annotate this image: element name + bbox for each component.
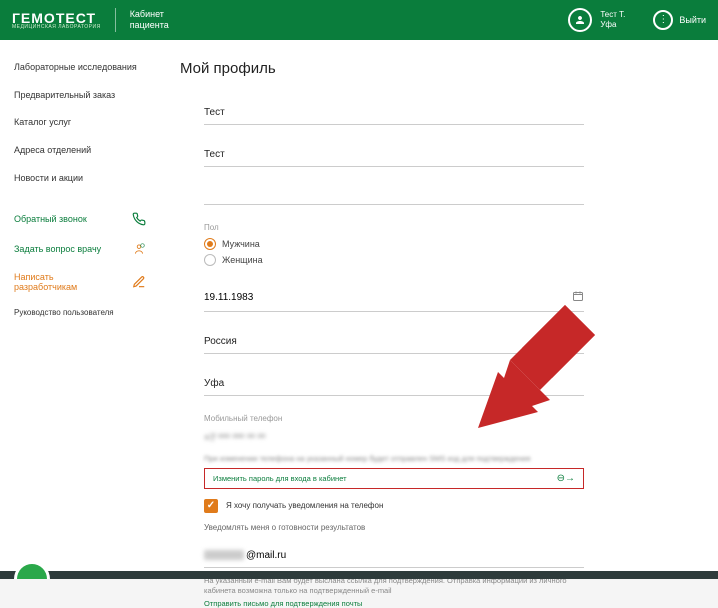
sidebar-item-catalog[interactable]: Каталог услуг xyxy=(14,109,146,137)
sidebar-item-addresses[interactable]: Адреса отделений xyxy=(14,137,146,165)
change-password-button[interactable]: Изменить пароль для входа в кабинет ⊖→ xyxy=(204,468,584,489)
city-field[interactable]: Уфа xyxy=(204,372,584,396)
email-field[interactable]: @mail.ru xyxy=(204,544,584,568)
radio-female[interactable]: Женщина xyxy=(204,254,584,266)
user-name: Тест Т. xyxy=(600,10,625,20)
page-title: Мой профиль xyxy=(180,60,684,77)
content: Мой профиль Тест Тест Пол Мужчина Женщин… xyxy=(160,40,718,571)
logo-text: ГЕМОТЕСТ xyxy=(12,11,101,25)
radio-male[interactable]: Мужчина xyxy=(204,238,584,250)
phone-hint: При изменении телефона на указанный номе… xyxy=(204,454,584,464)
avatar-icon[interactable] xyxy=(568,8,592,32)
write-dev-button[interactable]: Написатьразработчикам xyxy=(14,264,146,300)
logo-subtext: МЕДИЦИНСКАЯ ЛАБОРАТОРИЯ xyxy=(12,25,101,30)
middle-name-field[interactable] xyxy=(204,185,584,205)
callback-button[interactable]: Обратный звонок xyxy=(14,204,146,234)
sidebar-manual[interactable]: Руководство пользователя xyxy=(14,300,146,325)
phone-field[interactable]: +7 *** *** ** ** xyxy=(204,429,584,448)
ask-doctor-button[interactable]: Задать вопрос врачу xyxy=(14,234,146,264)
user-block: Тест Т. Уфа ⋮ Выйти xyxy=(568,8,706,32)
app-header: ГЕМОТЕСТ МЕДИЦИНСКАЯ ЛАБОРАТОРИЯ Кабинет… xyxy=(0,0,718,40)
phone-notify-checkbox[interactable]: ✓ Я хочу получать уведомления на телефон xyxy=(204,499,584,513)
sidebar: Лабораторные исследования Предварительны… xyxy=(0,40,160,571)
results-notify-label: Уведомлять меня о готовности результатов xyxy=(204,523,584,532)
user-info: Тест Т. Уфа xyxy=(600,10,625,29)
sex-radio-group: Мужчина Женщина xyxy=(204,236,584,266)
radio-icon xyxy=(204,254,216,266)
calendar-icon[interactable] xyxy=(572,290,584,305)
sidebar-item-lab[interactable]: Лабораторные исследования xyxy=(14,54,146,82)
first-name-field[interactable]: Тест xyxy=(204,101,584,125)
checkbox-checked-icon: ✓ xyxy=(204,499,218,513)
more-icon: ⋮ xyxy=(653,10,673,30)
bottom-bar xyxy=(0,571,718,579)
radio-icon xyxy=(204,238,216,250)
birthdate-field[interactable]: 19.11.1983 xyxy=(204,284,584,312)
sidebar-item-preorder[interactable]: Предварительный заказ xyxy=(14,82,146,110)
doctor-icon xyxy=(132,242,146,256)
sidebar-item-news[interactable]: Новости и акции xyxy=(14,165,146,193)
logo[interactable]: ГЕМОТЕСТ МЕДИЦИНСКАЯ ЛАБОРАТОРИЯ xyxy=(12,11,101,30)
arrow-right-icon: ⊖→ xyxy=(557,473,575,484)
profile-form: Тест Тест Пол Мужчина Женщина 19.11.1983 xyxy=(204,101,584,608)
country-field[interactable]: Россия xyxy=(204,330,584,354)
last-name-field[interactable]: Тест xyxy=(204,143,584,167)
phone-label: Мобильный телефон xyxy=(204,414,584,423)
email-blurred xyxy=(204,550,244,560)
phone-icon xyxy=(132,212,146,226)
user-city: Уфа xyxy=(600,20,625,30)
cabinet-label: Кабинет пациента xyxy=(130,9,169,31)
resend-email-link[interactable]: Отправить письмо для подтверждения почты xyxy=(204,599,584,608)
divider xyxy=(115,8,116,32)
logout-button[interactable]: ⋮ Выйти xyxy=(653,10,706,30)
sex-label: Пол xyxy=(204,223,584,232)
pencil-icon xyxy=(132,275,146,289)
